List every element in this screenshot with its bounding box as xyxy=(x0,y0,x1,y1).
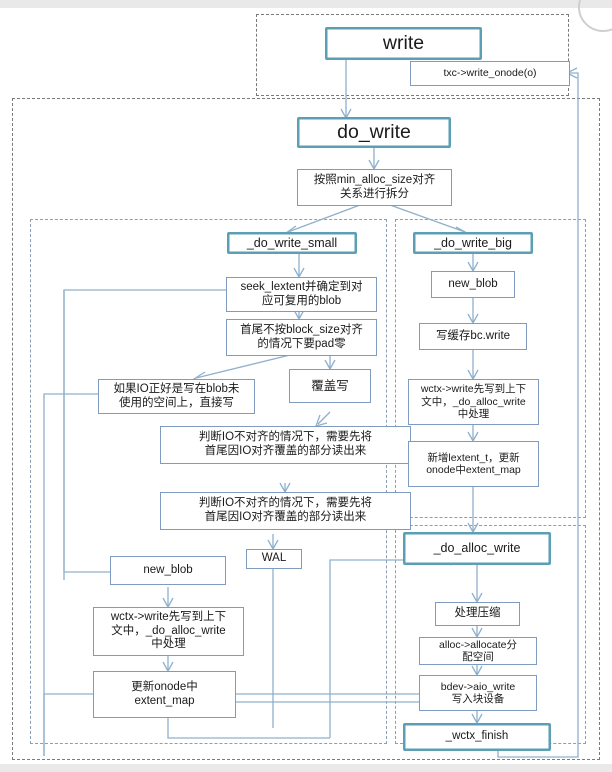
node-unaligned-read-head-tail-b[interactable]: 判断IO不对齐的情况下，需要先将 首尾因IO对齐覆盖的部分读出来 xyxy=(160,492,411,530)
node-do-write-small-label: _do_write_small xyxy=(246,235,338,250)
node-compress[interactable]: 处理压缩 xyxy=(435,602,520,626)
node-wal[interactable]: WAL xyxy=(246,549,302,569)
node-seek-lextent-line1: seek_lextent并确定到对 xyxy=(240,280,363,293)
node-pad-zero[interactable]: 首尾不按block_size对齐 的情况下要pad零 xyxy=(226,319,377,356)
node-overwrite-label: 覆盖写 xyxy=(311,378,349,393)
node-seek-lextent[interactable]: seek_lextent并确定到对 应可复用的blob xyxy=(226,277,377,312)
node-update-onode-line1: 更新onode中 xyxy=(131,680,198,693)
node-do-alloc-write-label: _do_alloc_write xyxy=(433,541,521,556)
node-wal-label: WAL xyxy=(261,552,287,565)
node-pad-zero-line1: 首尾不按block_size对齐 xyxy=(240,323,363,336)
node-txc-write-onode[interactable]: txc->write_onode(o) xyxy=(410,61,570,86)
node-do-write-big-label: _do_write_big xyxy=(434,235,512,250)
node-bdev-aio-write[interactable]: bdev->aio_write 写入块设备 xyxy=(419,675,537,711)
node-unaligned-read-head-tail-a[interactable]: 判断IO不对齐的情况下，需要先将 首尾因IO对齐覆盖的部分读出来 xyxy=(160,426,411,464)
node-wctx-write-big-line2: 文中，_do_alloc_write xyxy=(421,395,526,408)
node-write-unused-space-line1: 如果IO正好是写在blob未 xyxy=(113,382,240,395)
node-wctx-write-small-line1: wctx->write先写到上下 xyxy=(110,611,227,624)
node-do-write[interactable]: do_write xyxy=(297,117,451,148)
node-overwrite[interactable]: 覆盖写 xyxy=(289,369,371,403)
node-write[interactable]: write xyxy=(325,27,482,60)
node-new-lextent-line1: 新增lextent_t，更新 xyxy=(427,451,520,464)
node-update-onode-line2: extent_map xyxy=(134,694,195,707)
node-unaligned-b-line2: 首尾因IO对齐覆盖的部分读出来 xyxy=(204,511,367,523)
node-unaligned-a-line2: 首尾因IO对齐覆盖的部分读出来 xyxy=(204,445,367,457)
node-new-lextent-line2: onode中extent_map xyxy=(426,464,521,476)
node-write-unused-space-line2: 使用的空间上，直接写 xyxy=(119,396,234,409)
node-do-write-big[interactable]: _do_write_big xyxy=(413,232,533,254)
node-wctx-finish[interactable]: _wctx_finish xyxy=(403,723,551,751)
node-unaligned-b-line1: 判断IO不对齐的情况下，需要先将 xyxy=(198,497,373,510)
node-txc-write-onode-label: txc->write_onode(o) xyxy=(443,67,537,80)
node-split-line1: 按照min_alloc_size对齐 xyxy=(313,173,436,186)
node-wctx-finish-label: _wctx_finish xyxy=(445,730,509,743)
node-compress-label: 处理压缩 xyxy=(454,607,501,620)
node-update-onode-extent-map[interactable]: 更新onode中 extent_map xyxy=(93,671,236,718)
node-bc-write-label: 写缓存bc.write xyxy=(435,329,511,342)
node-wctx-write-big[interactable]: wctx->write先写到上下 文中，_do_alloc_write 中处理 xyxy=(408,379,539,425)
node-alloc-allocate-line1: alloc->allocate分 xyxy=(439,638,517,651)
node-write-label: write xyxy=(382,32,425,54)
node-wctx-write-small-line3: 中处理 xyxy=(151,638,186,651)
node-wctx-write-small[interactable]: wctx->write先写到上下 文中，_do_alloc_write 中处理 xyxy=(93,607,244,656)
node-split-by-min-alloc-size[interactable]: 按照min_alloc_size对齐 关系进行拆分 xyxy=(297,169,452,206)
node-do-write-label: do_write xyxy=(337,121,411,143)
node-bc-write[interactable]: 写缓存bc.write xyxy=(419,323,527,350)
node-new-blob-big[interactable]: new_blob xyxy=(431,271,515,298)
node-bdev-aio-write-line2: 写入块设备 xyxy=(451,693,505,705)
node-alloc-allocate[interactable]: alloc->allocate分 配空间 xyxy=(419,637,537,665)
node-seek-lextent-line2: 应可复用的blob xyxy=(261,294,342,307)
node-do-write-small[interactable]: _do_write_small xyxy=(227,232,357,254)
flowchart-canvas: write txc->write_onode(o) do_write 按照min… xyxy=(0,0,612,772)
node-new-blob-small-label: new_blob xyxy=(143,563,193,576)
node-wctx-write-big-line1: wctx->write先写到上下 xyxy=(420,383,527,396)
node-pad-zero-line2: 的情况下要pad零 xyxy=(257,337,346,350)
node-split-line2: 关系进行拆分 xyxy=(340,187,409,200)
node-write-unused-space[interactable]: 如果IO正好是写在blob未 使用的空间上，直接写 xyxy=(98,379,255,414)
node-bdev-aio-write-line1: bdev->aio_write xyxy=(440,680,516,693)
node-new-blob-big-label: new_blob xyxy=(448,277,498,290)
node-new-blob-small[interactable]: new_blob xyxy=(110,556,226,585)
node-do-alloc-write[interactable]: _do_alloc_write xyxy=(403,532,551,565)
node-unaligned-a-line1: 判断IO不对齐的情况下，需要先将 xyxy=(198,431,373,444)
node-wctx-write-small-line2: 文中，_do_alloc_write xyxy=(111,624,226,637)
node-new-lextent[interactable]: 新增lextent_t，更新 onode中extent_map xyxy=(408,441,539,487)
node-alloc-allocate-line2: 配空间 xyxy=(462,651,494,663)
node-wctx-write-big-line3: 中处理 xyxy=(457,408,490,421)
